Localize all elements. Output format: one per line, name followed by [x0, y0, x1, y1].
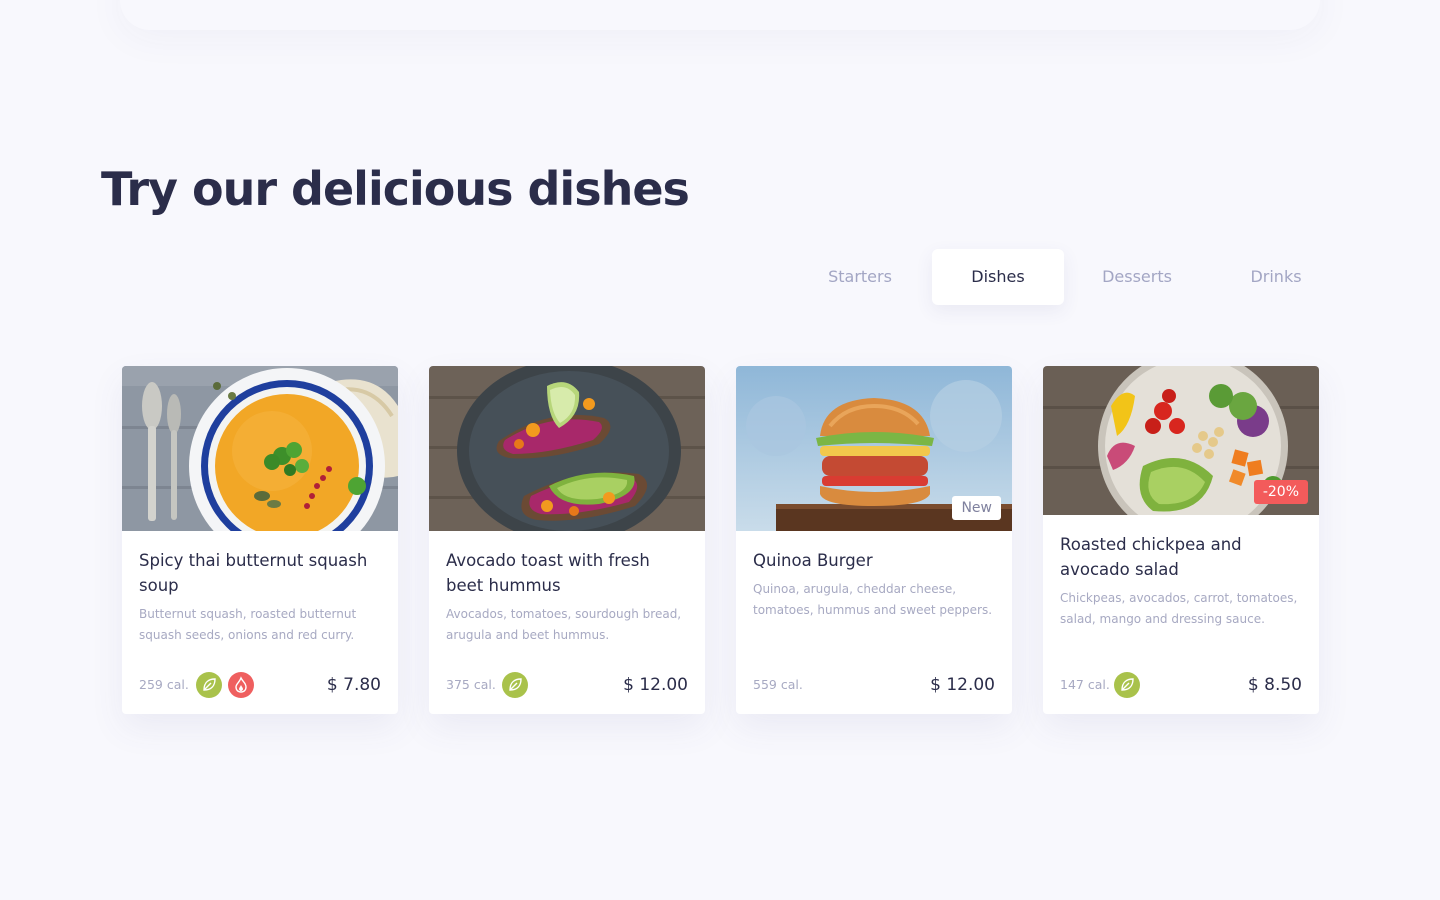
top-navbar-shadow: [120, 0, 1320, 30]
dish-image-soup: [122, 366, 398, 531]
dish-name: Avocado toast with fresh beet hummus: [446, 551, 650, 595]
dish-footer: 147 cal. $ 8.50: [1060, 671, 1302, 699]
dish-price: $ 8.50: [1247, 675, 1302, 695]
dish-card-soup[interactable]: Spicy thai butternut squash soup Buttern…: [122, 366, 398, 714]
dish-description: Avocados, tomatoes, sourdough bread, aru…: [446, 607, 682, 642]
dish-price: $ 12.00: [930, 675, 995, 695]
dish-image-avocado-toast: [429, 366, 705, 531]
dish-footer: 559 cal. $ 12.00: [753, 671, 995, 699]
tab-dishes[interactable]: Dishes: [932, 249, 1064, 305]
dish-description: Butternut squash, roasted butternut squa…: [139, 607, 357, 642]
dish-name: Spicy thai butternut squash soup: [139, 551, 368, 595]
calories-label: 375 cal.: [446, 677, 496, 692]
vegetarian-leaf-icon: [196, 672, 222, 698]
dish-description: Quinoa, arugula, cheddar cheese, tomatoe…: [753, 582, 993, 617]
dish-footer: 375 cal. $ 12.00: [446, 671, 688, 699]
dish-footer: 259 cal. $ 7.80: [139, 671, 381, 699]
badge-new: New: [952, 496, 1001, 520]
dish-description: Chickpeas, avocados, carrot, tomatoes, s…: [1060, 591, 1298, 626]
dish-card-chickpea-salad[interactable]: -20% Roasted chickpea and avocado salad …: [1043, 366, 1319, 714]
dish-image-quinoa-burger: New: [736, 366, 1012, 531]
dish-image-chickpea-salad: -20%: [1043, 366, 1319, 515]
badge-discount: -20%: [1253, 480, 1308, 504]
dish-price: $ 12.00: [623, 675, 688, 695]
dish-card-avocado-toast[interactable]: Avocado toast with fresh beet hummus Avo…: [429, 366, 705, 714]
spicy-flame-icon: [228, 672, 254, 698]
section-title: Try our delicious dishes: [101, 162, 690, 216]
calories-label: 147 cal.: [1060, 677, 1110, 692]
tab-drinks[interactable]: Drinks: [1210, 249, 1342, 305]
vegetarian-leaf-icon: [502, 672, 528, 698]
tab-starters[interactable]: Starters: [794, 249, 926, 305]
dish-price: $ 7.80: [326, 675, 381, 695]
page: Try our delicious dishes Starters Dishes…: [0, 0, 1440, 900]
calories-label: 559 cal.: [753, 677, 803, 692]
tab-desserts[interactable]: Desserts: [1071, 249, 1203, 305]
dish-card-quinoa-burger[interactable]: New Quinoa Burger Quinoa, arugula, chedd…: [736, 366, 1012, 714]
dish-name: Quinoa Burger: [753, 551, 873, 570]
category-tabs: Starters Dishes Desserts Drinks: [794, 249, 1344, 305]
vegetarian-leaf-icon: [1114, 672, 1140, 698]
calories-label: 259 cal.: [139, 677, 189, 692]
dish-name: Roasted chickpea and avocado salad: [1060, 535, 1242, 579]
